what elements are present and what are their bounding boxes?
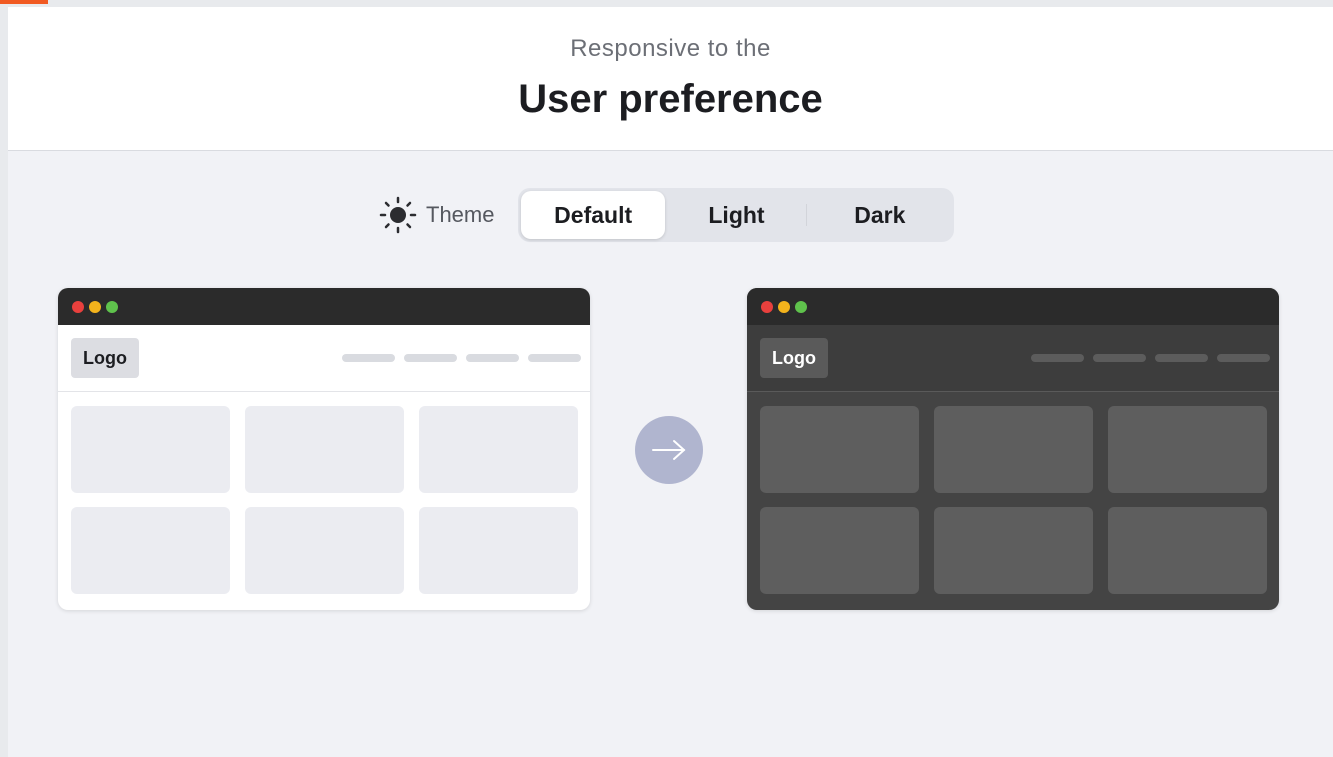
content-card-placeholder [760, 406, 919, 493]
nav-links-placeholder [1031, 354, 1270, 362]
content-card-placeholder [245, 507, 404, 594]
page-header: Responsive to the User preference [8, 7, 1333, 151]
nav-link-placeholder [342, 354, 395, 362]
sun-icon [379, 196, 417, 234]
content-card-placeholder [71, 507, 230, 594]
window-titlebar [58, 288, 590, 325]
minimize-dot [89, 300, 101, 313]
theme-label: Theme [426, 202, 495, 227]
logo-placeholder: Logo [760, 338, 828, 378]
theme-option-dark[interactable]: Dark [808, 191, 951, 239]
page-subtitle: Responsive to the [570, 35, 771, 62]
theme-option-default[interactable]: Default [521, 191, 665, 239]
light-theme-preview: Logo [58, 288, 590, 610]
maximize-dot [106, 300, 118, 313]
preview-navbar: Logo [58, 325, 590, 392]
nav-link-placeholder [1093, 354, 1146, 362]
window-titlebar [747, 288, 1279, 325]
content-card-placeholder [419, 507, 578, 594]
nav-link-placeholder [1155, 354, 1208, 362]
theme-option-light[interactable]: Light [665, 191, 808, 239]
segment-divider [806, 204, 808, 226]
arrow-right-glyph [652, 440, 686, 460]
content-card-placeholder [1108, 406, 1267, 493]
content-card-placeholder [934, 406, 1093, 493]
minimize-dot [778, 300, 790, 313]
nav-link-placeholder [404, 354, 457, 362]
nav-link-placeholder [1031, 354, 1084, 362]
maximize-dot [795, 300, 807, 313]
logo-placeholder: Logo [71, 338, 139, 378]
preview-navbar: Logo [747, 325, 1279, 392]
dark-theme-preview: Logo [747, 288, 1279, 610]
content-card-placeholder [1108, 507, 1267, 594]
nav-link-placeholder [1217, 354, 1270, 362]
content-card-placeholder [245, 406, 404, 493]
content-card-placeholder [934, 507, 1093, 594]
arrow-right-icon [635, 416, 703, 484]
nav-links-placeholder [342, 354, 581, 362]
nav-link-placeholder [466, 354, 519, 362]
theme-segmented-control: Default Light Dark [518, 188, 955, 242]
theme-control: Theme Default Light Dark [378, 188, 955, 242]
close-dot [761, 300, 773, 313]
content-grid [747, 392, 1279, 608]
corner-accent [0, 0, 48, 4]
close-dot [72, 300, 84, 313]
content-card-placeholder [71, 406, 230, 493]
content-card-placeholder [760, 507, 919, 594]
page-title: User preference [518, 77, 823, 121]
nav-link-placeholder [528, 354, 581, 362]
content-card-placeholder [419, 406, 578, 493]
content-grid [58, 392, 590, 608]
